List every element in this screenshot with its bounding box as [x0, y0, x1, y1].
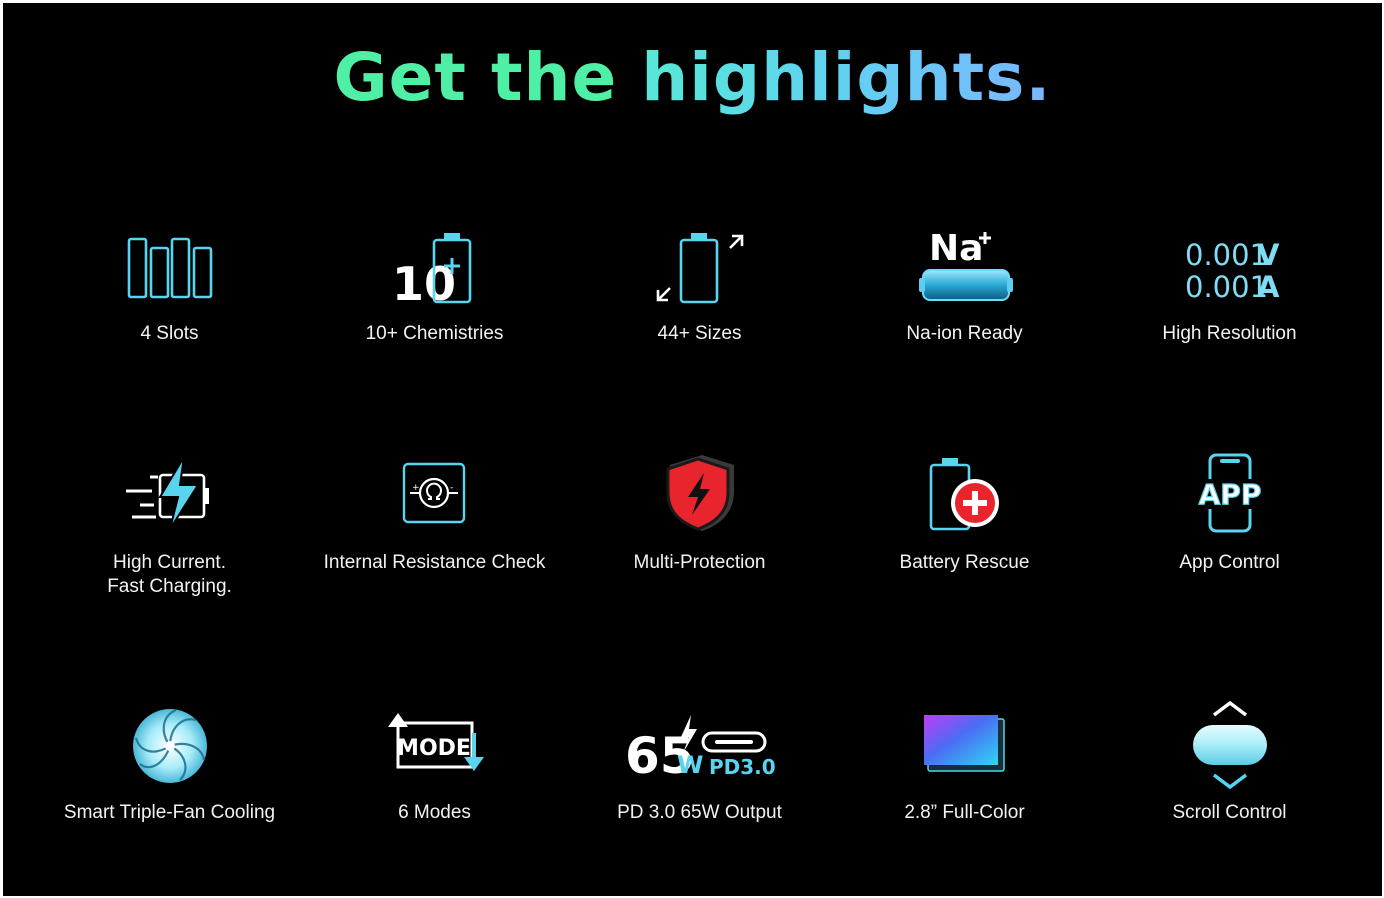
- voltage-unit: V: [1257, 238, 1280, 272]
- mode-arrows-icon: MODE: [302, 701, 567, 791]
- feature-full-color-display: 2.8” Full-Color: [832, 701, 1097, 851]
- feature-label: App Control: [1179, 552, 1280, 573]
- feature-triple-fan-cooling: Smart Triple-Fan Cooling: [37, 701, 302, 851]
- readout-icon: 0.001 V 0.001 A: [1097, 223, 1362, 313]
- feature-4-slots: 4 Slots: [37, 215, 302, 365]
- mode-badge: MODE: [397, 736, 471, 761]
- feature-label: 44+ Sizes: [657, 323, 742, 344]
- feature-label: Multi-Protection: [633, 552, 766, 573]
- feature-scroll-control: Scroll Control: [1097, 701, 1362, 851]
- highlights-panel: Get the highlights. 4 Slots 10 10+ Chemi…: [3, 3, 1382, 896]
- chemistry-count: 10: [392, 257, 456, 306]
- svg-text:-: -: [450, 483, 453, 493]
- feature-internal-resistance: + - Internal Resistance Check: [302, 448, 567, 598]
- shield-bolt-icon: [567, 448, 832, 538]
- feature-label: Battery Rescue: [899, 552, 1030, 573]
- battery-slots-icon: [37, 223, 302, 313]
- battery-resize-icon: [567, 223, 832, 313]
- feature-fast-charging: High Current. Fast Charging.: [37, 448, 302, 598]
- color-screen-icon: [832, 701, 1097, 791]
- feature-label: 6 Modes: [398, 802, 471, 823]
- feature-label-line-1: High Current.: [113, 552, 226, 573]
- usb-c-pd-icon: 65 W PD3.0: [567, 701, 832, 791]
- fast-charge-bolt-icon: [37, 448, 302, 538]
- sodium-symbol: Na: [929, 228, 983, 269]
- feature-label-line-2: Fast Charging.: [107, 576, 232, 597]
- feature-label: Scroll Control: [1172, 802, 1287, 823]
- current-unit: A: [1257, 270, 1280, 303]
- feature-label: High Resolution: [1162, 323, 1297, 344]
- feature-app-control: APP App Control: [1097, 448, 1362, 598]
- feature-pd-65w: 65 W PD3.0 PD 3.0 65W Output: [567, 701, 832, 851]
- title-part-1: Get the: [333, 39, 618, 116]
- feature-label: 2.8” Full-Color: [904, 802, 1025, 823]
- battery-medical-cross-icon: [832, 448, 1097, 538]
- pd-version: PD3.0: [709, 755, 775, 779]
- current-value: 0.001: [1185, 270, 1268, 303]
- feature-label: Na-ion Ready: [906, 323, 1023, 344]
- feature-label: PD 3.0 65W Output: [617, 802, 782, 823]
- feature-na-ion-ready: Na Na-ion Ready: [832, 215, 1097, 365]
- sodium-battery-icon: Na: [832, 223, 1097, 313]
- svg-text:+: +: [412, 483, 420, 493]
- feature-label: High Current. Fast Charging.: [37, 551, 302, 599]
- feature-6-modes: MODE 6 Modes: [302, 701, 567, 851]
- page-title: Get the highlights.: [3, 39, 1382, 116]
- fan-icon: [37, 701, 302, 791]
- app-badge: APP: [1198, 478, 1261, 511]
- feature-label: 10+ Chemistries: [365, 323, 504, 344]
- feature-label: 4 Slots: [140, 323, 199, 344]
- feature-44-sizes: 44+ Sizes: [567, 215, 832, 365]
- feature-multi-protection: Multi-Protection: [567, 448, 832, 598]
- feature-high-resolution: 0.001 V 0.001 A High Resolution: [1097, 215, 1362, 365]
- battery-plus-icon: 10: [302, 223, 567, 313]
- ohm-icon: + -: [302, 448, 567, 538]
- pd-watt-unit: W: [677, 751, 703, 779]
- feature-battery-rescue: Battery Rescue: [832, 448, 1097, 598]
- title-part-2: highlights.: [641, 39, 1052, 116]
- voltage-value: 0.001: [1185, 238, 1268, 272]
- feature-label: Smart Triple-Fan Cooling: [63, 802, 276, 823]
- phone-app-icon: APP: [1097, 448, 1362, 538]
- feature-label: Internal Resistance Check: [323, 552, 546, 573]
- scroll-wheel-icon: [1097, 701, 1362, 791]
- feature-10-chemistries: 10 10+ Chemistries: [302, 215, 567, 365]
